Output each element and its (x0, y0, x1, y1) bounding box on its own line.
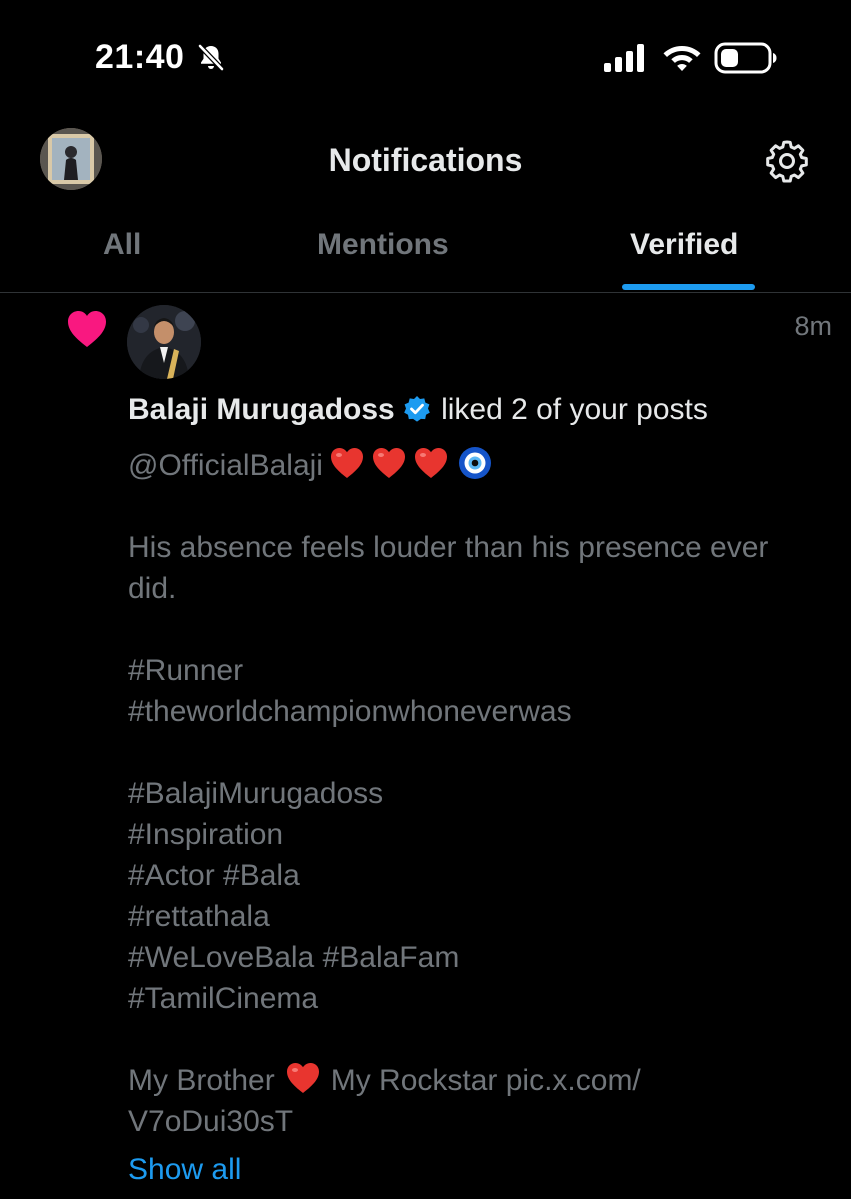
post-text[interactable]: @OfficialBalaji His absence feels louder… (128, 445, 828, 1142)
red-heart-emoji-icon (414, 448, 447, 478)
hashtag-line: #BalajiMurugadoss (128, 777, 384, 810)
post-line (128, 609, 828, 650)
hashtag-line: #Actor #Bala (128, 859, 300, 892)
notification-item[interactable]: 8m Balaji Murugadoss liked 2 of your pos… (0, 293, 851, 1199)
hashtag-line: #theworldchampionwhoneverwas (128, 695, 572, 728)
notification-headline: Balaji Murugadoss liked 2 of your posts (128, 393, 708, 427)
gear-icon[interactable] (764, 138, 810, 184)
signal-icon (604, 44, 644, 72)
post-text-segment: My Brother (128, 1064, 275, 1097)
show-all-link[interactable]: Show all (128, 1153, 241, 1187)
post-line: V7oDui30sT (128, 1105, 294, 1138)
post-text-segment: My Rockstar pic.x.com/ (330, 1064, 641, 1097)
page-title: Notifications (328, 142, 523, 178)
hashtag-line: #Inspiration (128, 818, 284, 851)
red-heart-emoji-icon (286, 1063, 319, 1093)
post-line (128, 732, 828, 773)
post-line (128, 1019, 828, 1060)
hashtag-line: #WeLoveBala #BalaFam (128, 941, 460, 974)
post-line: His absence feels louder than his presen… (128, 531, 769, 564)
tab-all[interactable]: All (103, 228, 141, 262)
post-line: My Brother My Rockstar pic.x.com/ (128, 1060, 828, 1101)
battery-icon (714, 42, 777, 74)
bell-slash-icon (198, 44, 224, 71)
hashtag-line: #TamilCinema (128, 982, 319, 1015)
red-heart-emoji-icon (372, 448, 405, 478)
status-time: 21:40 (95, 38, 185, 76)
header: Notifications (0, 110, 851, 210)
user-avatar[interactable] (127, 305, 201, 379)
tab-mentions[interactable]: Mentions (317, 228, 449, 262)
timestamp: 8m (794, 311, 832, 341)
hashtag-line: #rettathala (128, 900, 270, 933)
heart-icon (68, 311, 106, 347)
notification-action: liked 2 of your posts (441, 393, 708, 426)
post-line: did. (128, 572, 177, 605)
mention-link: @OfficialBalaji (128, 449, 323, 482)
user-name[interactable]: Balaji Murugadoss (128, 393, 395, 426)
verified-badge-icon (403, 396, 430, 422)
red-heart-emoji-icon (330, 448, 363, 478)
nazar-amulet-emoji-icon (458, 447, 491, 479)
post-line: @OfficialBalaji (128, 445, 828, 486)
tab-bar: All Mentions Verified (0, 210, 851, 293)
status-bar: 21:40 (0, 0, 851, 110)
hashtag-line: #Runner (128, 654, 244, 687)
user-avatar-image (127, 305, 201, 379)
wifi-icon (663, 46, 701, 71)
post-line (128, 486, 828, 527)
tab-verified[interactable]: Verified (630, 228, 738, 262)
active-tab-indicator (622, 284, 755, 290)
